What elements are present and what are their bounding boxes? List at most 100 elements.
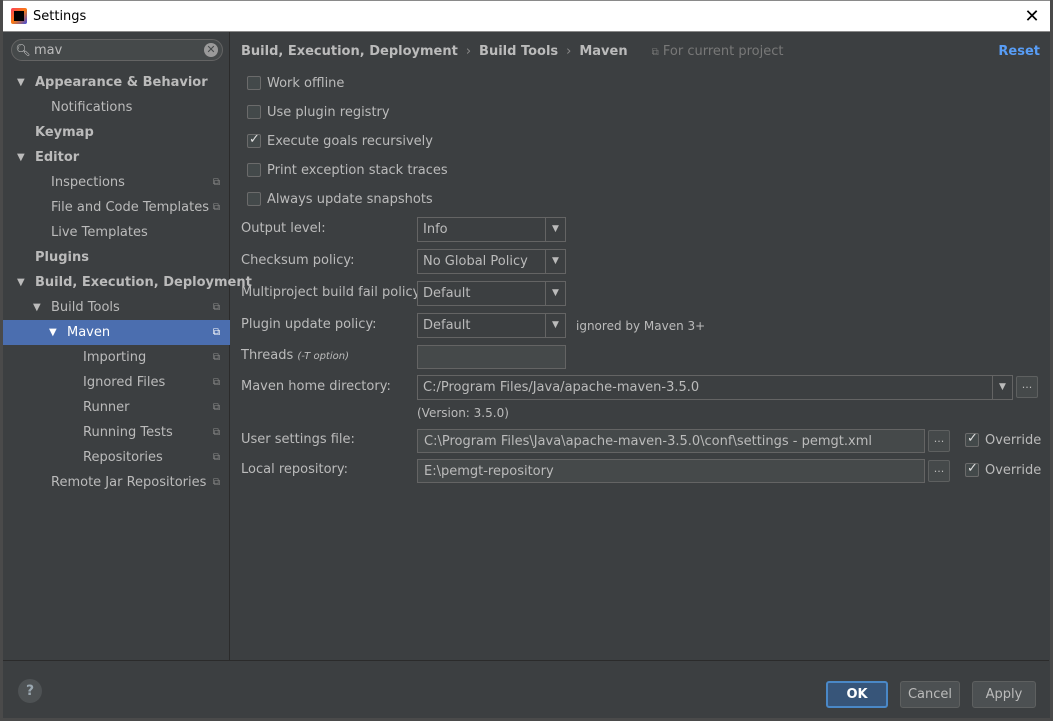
checkbox[interactable] [247, 132, 261, 148]
chevron-down-icon[interactable]: ▼ [545, 250, 565, 273]
expand-arrow-icon[interactable]: ▼ [33, 295, 41, 320]
checksum-policy-value: No Global Policy [423, 254, 528, 269]
chevron-down-icon[interactable]: ▼ [545, 218, 565, 241]
tree-item[interactable]: Running Tests ⧉ [3, 420, 230, 445]
threads-input[interactable] [417, 345, 566, 369]
local-repository-input[interactable]: E:\pemgt-repository [417, 459, 925, 483]
maven-version-text: (Version: 3.5.0) [417, 406, 509, 420]
local-repository-override[interactable]: Override [965, 459, 1041, 481]
expand-arrow-icon[interactable]: ▼ [17, 270, 25, 295]
tree-item[interactable]: ▼ Maven ⧉ [3, 320, 230, 345]
tree-item[interactable]: ▼ Build Tools ⧉ [3, 295, 230, 320]
user-settings-input[interactable]: C:\Program Files\Java\apache-maven-3.5.0… [417, 429, 925, 453]
expand-arrow-icon[interactable]: ▼ [17, 70, 25, 95]
tree-item[interactable]: Remote Jar Repositories ⧉ [3, 470, 230, 495]
tree-item[interactable]: Notifications [3, 95, 230, 120]
checkbox[interactable] [247, 76, 261, 90]
close-button[interactable]: ✕ [1022, 7, 1042, 27]
breadcrumb-item: Build, Execution, Deployment [241, 44, 458, 59]
cancel-button[interactable]: Cancel [900, 681, 960, 708]
breadcrumb: Build, Execution, Deployment › Build Tools… [241, 44, 783, 59]
maven-home-select[interactable]: C:/Program Files/Java/apache-maven-3.5.0… [417, 375, 1013, 400]
project-settings-icon: ⧉ [212, 177, 220, 188]
project-settings-icon: ⧉ [212, 477, 220, 488]
override-checkbox[interactable] [965, 461, 979, 477]
checksum-policy-label: Checksum policy: [241, 253, 355, 268]
settings-sidebar: 🔍︎ mav ✕ ▼ Appearance & Behavior Notificat… [3, 32, 252, 660]
help-icon[interactable]: ? [18, 679, 42, 703]
tree-item[interactable]: Runner ⧉ [3, 395, 230, 420]
plugin-update-hint: ignored by Maven 3+ [576, 319, 706, 333]
checkbox[interactable] [247, 105, 261, 119]
project-scope-label: ⧉ For current project [652, 44, 784, 59]
tree-item[interactable]: Plugins [3, 245, 230, 270]
search-icon[interactable]: 🔍︎ [12, 43, 34, 57]
checkbox[interactable] [247, 163, 261, 177]
multiproject-policy-value: Default [423, 286, 471, 301]
project-scope-icon: ⧉ [651, 47, 659, 58]
tree-item[interactable]: Repositories ⧉ [3, 445, 230, 470]
expand-arrow-icon[interactable]: ▼ [17, 145, 25, 170]
apply-button[interactable]: Apply [972, 681, 1036, 708]
tree-item[interactable]: Keymap [3, 120, 230, 145]
checkbox-label: Use plugin registry [267, 104, 390, 120]
checksum-policy-select[interactable]: No Global Policy ▼ [417, 249, 566, 274]
reset-link[interactable]: Reset [998, 44, 1040, 59]
settings-search[interactable]: 🔍︎ mav ✕ [11, 39, 223, 61]
option-checkbox-row[interactable]: Work offline [247, 72, 344, 94]
tree-item[interactable]: Inspections ⧉ [3, 170, 230, 195]
checkbox[interactable] [247, 192, 261, 206]
browse-local-repository-button[interactable]: ... [928, 460, 950, 482]
browse-maven-home-button[interactable]: ... [1016, 376, 1038, 398]
tree-item[interactable]: Importing ⧉ [3, 345, 230, 370]
browse-user-settings-button[interactable]: ... [928, 430, 950, 452]
project-settings-icon: ⧉ [212, 352, 220, 363]
tree-item-label: Plugins [35, 250, 89, 265]
output-level-select[interactable]: Info ▼ [417, 217, 566, 242]
tree-item[interactable]: Live Templates [3, 220, 230, 245]
user-settings-label: User settings file: [241, 432, 355, 447]
title-bar: Settings ✕ [0, 0, 1053, 32]
expand-arrow-icon[interactable]: ▼ [49, 320, 57, 345]
project-settings-icon: ⧉ [212, 377, 220, 388]
intellij-logo-icon [11, 8, 27, 24]
user-settings-override[interactable]: Override [965, 429, 1041, 451]
tree-item[interactable]: ▼ Editor [3, 145, 230, 170]
breadcrumb-item: Build Tools [479, 44, 559, 59]
tree-item-label: Remote Jar Repositories [51, 475, 207, 490]
threads-label: Threads (-T option) [241, 348, 349, 363]
ok-button[interactable]: OK [826, 681, 888, 708]
breadcrumb-separator: › [566, 44, 572, 59]
plugin-update-policy-label: Plugin update policy: [241, 317, 377, 332]
tree-item[interactable]: File and Code Templates ⧉ [3, 195, 230, 220]
chevron-down-icon[interactable]: ▼ [545, 314, 565, 337]
tree-item-label: Repositories [83, 450, 163, 465]
option-checkbox-row[interactable]: Always update snapshots [247, 188, 433, 210]
clear-search-icon[interactable]: ✕ [204, 43, 218, 57]
project-settings-icon: ⧉ [212, 427, 220, 438]
chevron-down-icon[interactable]: ▼ [545, 282, 565, 305]
override-label: Override [985, 462, 1042, 478]
option-checkbox-row[interactable]: Execute goals recursively [247, 130, 433, 152]
tree-item-label: Build, Execution, Deployment [35, 275, 252, 290]
option-checkbox-row[interactable]: Use plugin registry [247, 101, 390, 123]
checkbox-label: Execute goals recursively [267, 133, 433, 149]
local-repository-label: Local repository: [241, 462, 348, 477]
chevron-down-icon[interactable]: ▼ [992, 376, 1012, 399]
project-settings-icon: ⧉ [212, 402, 220, 413]
maven-home-label: Maven home directory: [241, 379, 391, 394]
tree-item[interactable]: ▼ Appearance & Behavior [3, 70, 230, 95]
plugin-update-policy-select[interactable]: Default ▼ [417, 313, 566, 338]
project-settings-icon: ⧉ [212, 302, 220, 313]
search-input[interactable]: mav [34, 43, 204, 58]
breadcrumb-separator: › [465, 44, 472, 59]
tree-item-label: Importing [83, 350, 147, 365]
option-checkbox-row[interactable]: Print exception stack traces [247, 159, 448, 181]
tree-item[interactable]: Ignored Files ⧉ [3, 370, 230, 395]
plugin-update-policy-value: Default [423, 318, 471, 333]
tree-item[interactable]: ▼ Build, Execution, Deployment [3, 270, 252, 295]
output-level-label: Output level: [241, 221, 326, 236]
multiproject-policy-select[interactable]: Default ▼ [417, 281, 566, 306]
tree-item-label: Runner [83, 400, 130, 415]
override-checkbox[interactable] [965, 431, 979, 447]
